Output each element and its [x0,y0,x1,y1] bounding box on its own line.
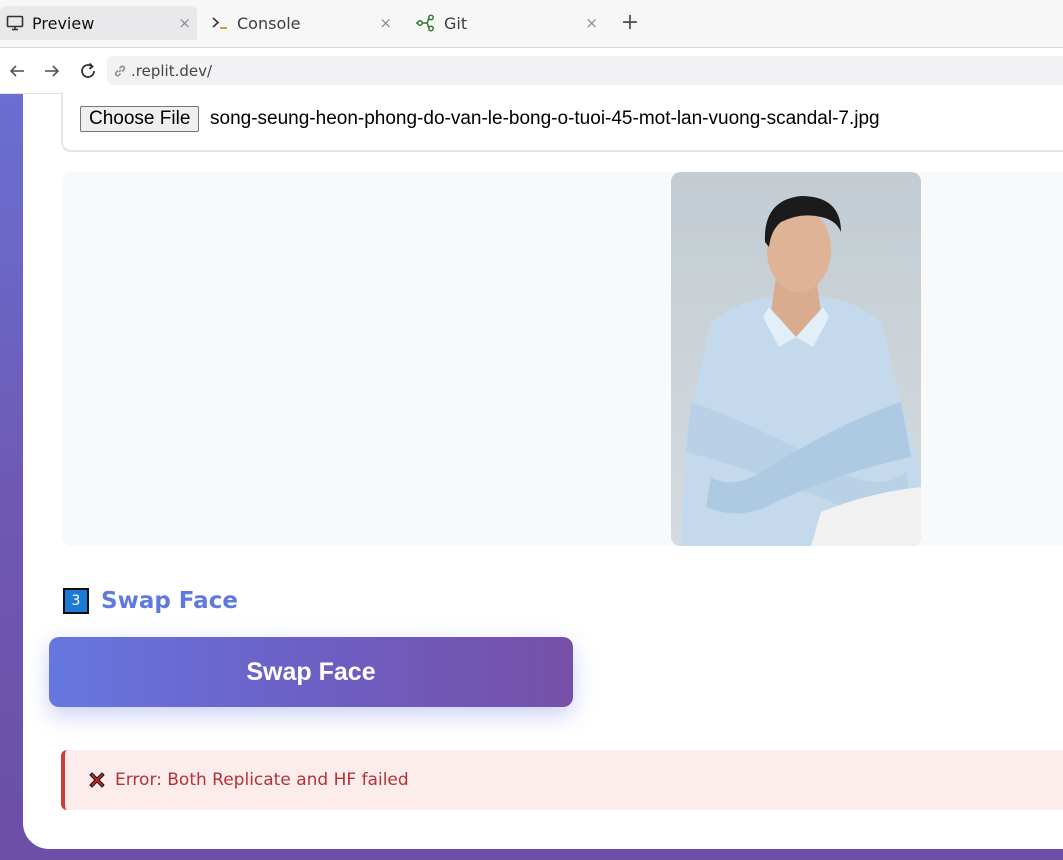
reload-button[interactable] [77,60,99,82]
swap-face-button[interactable]: Swap Face [49,637,573,707]
address-bar: .replit.dev/ [0,48,1063,94]
url-input[interactable]: .replit.dev/ [107,56,1063,85]
tab-preview[interactable]: Preview × [0,6,197,40]
selected-file-name: song-seung-heon-phong-do-van-le-bong-o-t… [210,108,880,129]
new-tab-button[interactable]: + [618,10,642,35]
choose-file-button[interactable]: Choose File [80,106,200,132]
close-icon[interactable]: × [379,14,392,32]
tab-bar: Preview × Console × Git × + [0,0,1063,48]
link-icon [113,64,127,78]
step-title: Swap Face [101,588,238,614]
close-icon[interactable]: × [585,14,598,32]
file-upload-field: Choose File song-seung-heon-phong-do-van… [61,92,1063,152]
cross-mark-icon [87,770,107,790]
back-button[interactable] [6,60,28,82]
git-icon [416,14,436,32]
step-heading: 3 Swap Face [63,588,238,614]
arrow-left-icon [9,65,24,77]
tab-console[interactable]: Console × [203,6,398,40]
url-text: .replit.dev/ [131,61,213,80]
forward-button[interactable] [41,60,63,82]
arrow-right-icon [45,65,60,77]
terminal-icon [211,14,229,32]
close-icon[interactable]: × [178,14,191,32]
tab-label: Console [237,13,301,33]
tab-label: Git [444,13,468,33]
reload-icon [81,62,95,78]
step-number-badge: 3 [63,588,89,614]
error-text: Error: Both Replicate and HF failed [115,770,409,790]
tab-git[interactable]: Git × [408,6,604,40]
tab-label: Preview [32,13,95,33]
monitor-icon [6,14,24,32]
uploaded-photo [671,172,921,546]
error-message: Error: Both Replicate and HF failed [61,750,1063,810]
